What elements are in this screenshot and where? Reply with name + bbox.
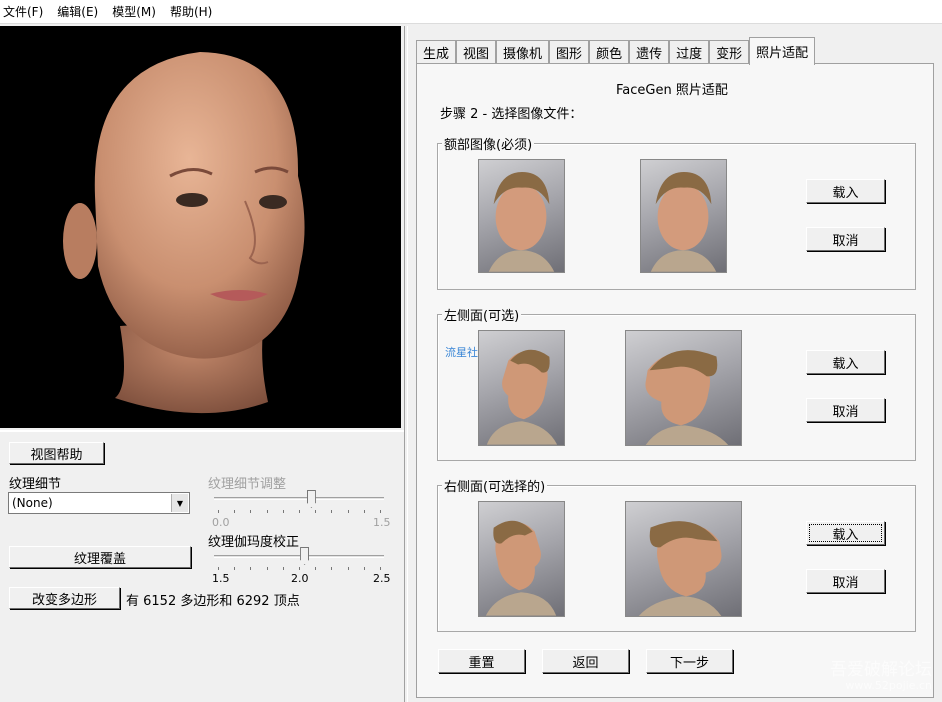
frontal-photo-original <box>478 159 565 273</box>
tab-transition[interactable]: 过度 <box>669 40 710 64</box>
watermark-title: 吾爱破解论坛 <box>830 660 932 680</box>
slider-tick <box>218 567 219 570</box>
slider-tick <box>234 510 236 513</box>
slider-tick <box>347 510 349 513</box>
reset-button[interactable]: 重置 <box>438 649 525 673</box>
texture-detail-value: (None) <box>12 496 53 510</box>
left-side-photo-processed <box>625 330 742 446</box>
frontal-load-button[interactable]: 载入 <box>806 179 885 203</box>
photofit-tab-body: FaceGen 照片适配 步骤 2 - 选择图像文件： 额部图像(必须) 载入 … <box>416 63 934 698</box>
right-side-photo-original <box>478 501 565 617</box>
gamma-label: 纹理伽玛度校正 <box>208 535 300 550</box>
chevron-down-icon[interactable]: ▼ <box>171 494 188 512</box>
frontal-image-group: 额部图像(必须) 载入 取消 <box>437 134 916 290</box>
tab-camera[interactable]: 摄像机 <box>496 40 550 64</box>
slider-tick <box>331 567 333 570</box>
slider-tick <box>363 567 365 570</box>
tab-photofit[interactable]: 照片适配 <box>749 37 816 65</box>
slider-tick <box>218 510 219 513</box>
view-help-button[interactable]: 视图帮助 <box>9 442 104 464</box>
detail-adjust-slider-track[interactable] <box>214 497 384 500</box>
slider-tick <box>234 567 236 570</box>
tab-color[interactable]: 颜色 <box>589 40 630 64</box>
rendered-head-illustration <box>63 52 305 414</box>
slider-tick <box>380 510 381 513</box>
menu-bar: 文件(F) 编辑(E) 模型(M) 帮助(H) <box>0 0 942 24</box>
slider-tick <box>299 567 300 570</box>
menu-file[interactable]: 文件(F) <box>3 3 43 20</box>
slider-tick <box>299 510 300 513</box>
texture-detail-select[interactable]: (None) ▼ <box>8 492 190 514</box>
change-polygons-button[interactable]: 改变多边形 <box>9 587 120 609</box>
back-button[interactable]: 返回 <box>542 649 629 673</box>
right-panel: 生成 视图 摄像机 图形 颜色 遗传 过度 变形 照片适配 FaceGen 照片… <box>408 26 942 702</box>
detail-adjust-label: 纹理细节调整 <box>208 477 287 492</box>
slider-tick <box>282 567 284 570</box>
polygon-info: 有 6152 多边形和 6292 顶点 <box>126 594 300 609</box>
3d-face-viewport[interactable] <box>0 26 401 428</box>
left-side-group: 左侧面(可选) 流星社 载入 取消 <box>437 305 916 461</box>
tab-morph[interactable]: 变形 <box>709 40 750 64</box>
texture-detail-label: 纹理细节 <box>9 477 62 492</box>
right-side-cancel-button[interactable]: 取消 <box>806 569 885 593</box>
texture-overlay-button[interactable]: 纹理覆盖 <box>9 546 191 568</box>
slider-tick <box>282 510 284 513</box>
slider-tick <box>331 510 333 513</box>
watermark-url: www.52pojie.cn <box>845 679 932 692</box>
tab-generate[interactable]: 生成 <box>416 40 457 64</box>
photofit-title: FaceGen 照片适配 <box>616 83 728 98</box>
right-side-group-title: 右侧面(可选择的) <box>442 476 548 495</box>
frontal-photo-processed <box>640 159 727 273</box>
left-side-overlay-text: 流星社 <box>445 346 478 359</box>
frontal-cancel-button[interactable]: 取消 <box>806 227 885 251</box>
slider-tick <box>315 510 317 513</box>
slider-tick <box>363 510 365 513</box>
slider-tick <box>250 567 252 570</box>
left-side-group-title: 左侧面(可选) <box>442 305 522 324</box>
next-button[interactable]: 下一步 <box>646 649 733 673</box>
slider-tick <box>266 567 268 570</box>
menu-edit[interactable]: 编辑(E) <box>57 3 98 20</box>
menu-help[interactable]: 帮助(H) <box>170 3 212 20</box>
tab-view[interactable]: 视图 <box>456 40 497 64</box>
slider-tick <box>315 567 317 570</box>
gamma-min: 1.5 <box>212 572 230 585</box>
gamma-slider-track[interactable] <box>214 555 384 558</box>
left-side-load-button[interactable]: 载入 <box>806 350 885 374</box>
right-side-load-button[interactable]: 载入 <box>806 521 885 545</box>
photofit-step: 步骤 2 - 选择图像文件： <box>440 107 583 122</box>
tab-shape[interactable]: 图形 <box>549 40 590 64</box>
detail-adjust-min: 0.0 <box>212 516 230 529</box>
right-side-photo-processed <box>625 501 742 617</box>
right-side-group: 右侧面(可选择的) 载入 取消 <box>437 476 916 632</box>
slider-tick <box>250 510 252 513</box>
frontal-group-title: 额部图像(必须) <box>442 134 535 153</box>
gamma-mid: 2.0 <box>291 572 309 585</box>
menu-model[interactable]: 模型(M) <box>112 3 156 20</box>
left-side-photo-original <box>478 330 565 446</box>
gamma-max: 2.5 <box>373 572 391 585</box>
detail-adjust-max: 1.5 <box>373 516 391 529</box>
tab-genetics[interactable]: 遗传 <box>629 40 670 64</box>
slider-tick <box>347 567 349 570</box>
slider-tick <box>380 567 381 570</box>
slider-tick <box>266 510 268 513</box>
tab-strip: 生成 视图 摄像机 图形 颜色 遗传 过度 变形 照片适配 <box>416 36 816 65</box>
left-side-cancel-button[interactable]: 取消 <box>806 398 885 422</box>
